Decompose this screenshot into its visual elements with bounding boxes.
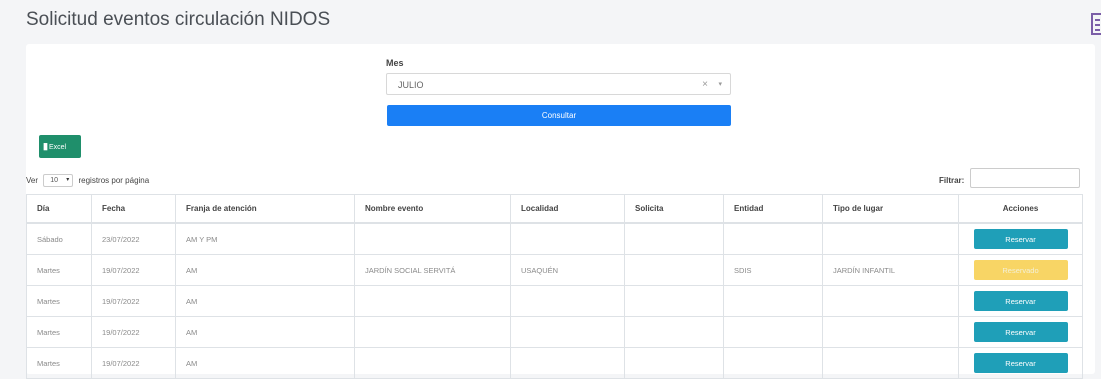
- cell-fecha: 19/07/2022: [91, 254, 176, 286]
- cell-acciones: Reservar: [958, 285, 1083, 317]
- table-row: Martes 19/07/2022 AM JARDÍN SOCIAL SERVI…: [26, 254, 1083, 286]
- cell-franja: AM Y PM: [175, 222, 355, 255]
- cell-localidad: USAQUÉN: [510, 254, 625, 286]
- cell-fecha: 19/07/2022: [91, 285, 176, 317]
- consultar-button[interactable]: Consultar: [387, 105, 731, 126]
- filter-label: Filtrar:: [939, 176, 965, 185]
- cell-acciones: Reservar: [958, 222, 1083, 255]
- excel-button[interactable]: ▮Excel: [39, 135, 81, 158]
- reservar-button[interactable]: Reservar: [973, 322, 1068, 342]
- cell-entidad: [723, 285, 823, 317]
- cell-franja: AM: [175, 347, 355, 379]
- cell-tipo: [822, 316, 959, 348]
- page-length-control: Ver 10 ▾ registros por página: [26, 174, 149, 187]
- col-header-tipo[interactable]: Tipo de lugar: [822, 194, 959, 224]
- cell-tipo: JARDÍN INFANTIL: [822, 254, 959, 286]
- cell-entidad: [723, 316, 823, 348]
- cell-localidad: [510, 347, 625, 379]
- col-header-nombre[interactable]: Nombre evento: [354, 194, 511, 224]
- col-header-entidad[interactable]: Entidad: [723, 194, 823, 224]
- cell-nombre: [354, 316, 511, 348]
- main-card: Mes JULIO × ▾ Consultar ▮Excel Ver 10 ▾ …: [26, 44, 1095, 379]
- page-title: Solicitud eventos circulación NIDOS: [26, 9, 331, 30]
- reservar-button[interactable]: Reservar: [973, 291, 1068, 311]
- cell-franja: AM: [175, 254, 355, 286]
- eventos-table: Día Fecha Franja de atención Nombre even…: [26, 194, 1083, 379]
- excel-icon: ▮: [43, 141, 48, 151]
- col-header-dia[interactable]: Día: [26, 194, 92, 224]
- cell-acciones: Reservado: [958, 254, 1083, 286]
- cell-franja: AM: [175, 316, 355, 348]
- cell-localidad: [510, 285, 625, 317]
- cell-nombre: JARDÍN SOCIAL SERVITÁ: [354, 254, 511, 286]
- chevron-down-icon[interactable]: ▾: [718, 80, 722, 88]
- table-row: Martes 19/07/2022 AM Reservar: [26, 285, 1083, 317]
- cell-solicita: [624, 285, 724, 317]
- cell-dia: Sábado: [26, 222, 92, 255]
- reservar-button[interactable]: Reservar: [973, 353, 1068, 373]
- cell-dia: Martes: [26, 285, 92, 317]
- cell-tipo: [822, 222, 959, 255]
- cell-dia: Martes: [26, 316, 92, 348]
- cell-entidad: [723, 222, 823, 255]
- cell-entidad: [723, 347, 823, 379]
- cell-entidad: SDIS: [723, 254, 823, 286]
- clear-icon[interactable]: ×: [702, 79, 708, 90]
- cell-dia: Martes: [26, 347, 92, 379]
- cell-dia: Martes: [26, 254, 92, 286]
- table-row: Martes 19/07/2022 AM Reservar: [26, 316, 1083, 348]
- table-header-row: Día Fecha Franja de atención Nombre even…: [26, 194, 1083, 224]
- cell-nombre: [354, 347, 511, 379]
- col-header-solicita[interactable]: Solicita: [624, 194, 724, 224]
- cell-localidad: [510, 222, 625, 255]
- mes-select[interactable]: JULIO × ▾: [386, 73, 731, 95]
- cell-solicita: [624, 222, 724, 255]
- mes-label: Mes: [386, 58, 404, 68]
- cell-fecha: 19/07/2022: [91, 316, 176, 348]
- reservado-button[interactable]: Reservado: [973, 260, 1068, 280]
- col-header-localidad[interactable]: Localidad: [510, 194, 625, 224]
- cell-nombre: [354, 285, 511, 317]
- page-length-value: 10: [50, 177, 59, 184]
- reservar-button[interactable]: Reservar: [973, 229, 1068, 249]
- length-prefix: Ver: [26, 176, 39, 185]
- col-header-fecha[interactable]: Fecha: [91, 194, 176, 224]
- col-header-franja[interactable]: Franja de atención: [175, 194, 355, 224]
- cell-solicita: [624, 254, 724, 286]
- menu-icon[interactable]: [1091, 13, 1101, 35]
- table-row: Sábado 23/07/2022 AM Y PM Reservar: [26, 222, 1083, 255]
- col-header-acciones: Acciones: [958, 194, 1083, 224]
- cell-tipo: [822, 347, 959, 379]
- chevron-down-icon: ▾: [66, 177, 70, 183]
- cell-franja: AM: [175, 285, 355, 317]
- table-row: Martes 19/07/2022 AM Reservar: [26, 347, 1083, 379]
- cell-solicita: [624, 316, 724, 348]
- cell-fecha: 19/07/2022: [91, 347, 176, 379]
- cell-localidad: [510, 316, 625, 348]
- cell-acciones: Reservar: [958, 316, 1083, 348]
- cell-tipo: [822, 285, 959, 317]
- cell-acciones: Reservar: [958, 347, 1083, 379]
- mes-select-value: JULIO: [398, 80, 424, 90]
- length-suffix: registros por página: [78, 176, 150, 185]
- filter-input[interactable]: [970, 168, 1080, 188]
- cell-solicita: [624, 347, 724, 379]
- cell-nombre: [354, 222, 511, 255]
- page-length-select[interactable]: 10 ▾: [43, 174, 74, 187]
- excel-button-label: Excel: [48, 144, 67, 151]
- cell-fecha: 23/07/2022: [91, 222, 176, 255]
